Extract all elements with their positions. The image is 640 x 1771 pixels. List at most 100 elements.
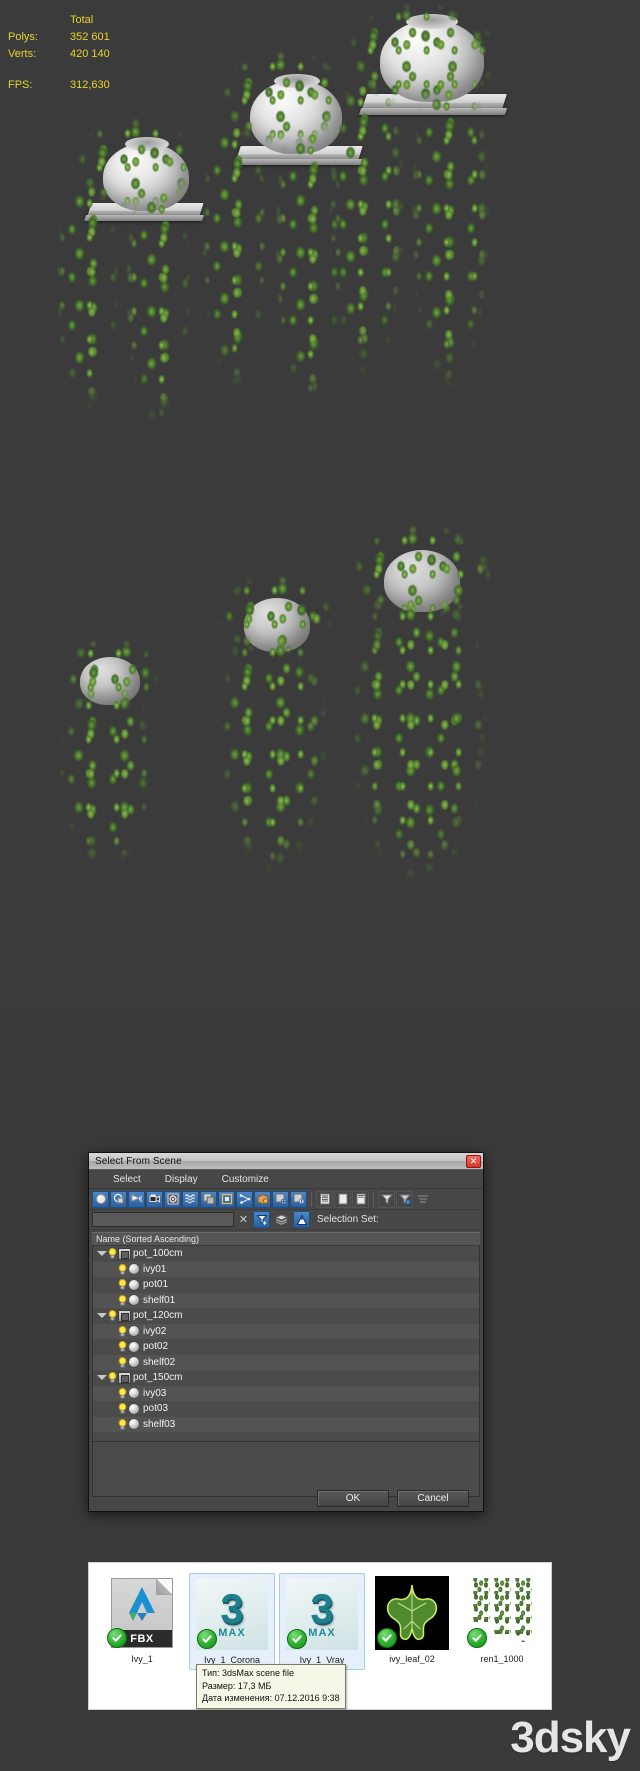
dialog-toolbar[interactable] <box>89 1189 483 1210</box>
tree-row-object[interactable]: shelf01 <box>93 1292 479 1308</box>
tree-row-object[interactable]: pot01 <box>93 1277 479 1293</box>
chevron-down-icon[interactable] <box>96 1248 107 1259</box>
display-xrefs-icon[interactable] <box>218 1190 235 1208</box>
find-filter-icon[interactable] <box>253 1211 270 1228</box>
ok-button[interactable]: OK <box>317 1490 389 1507</box>
chevron-down-icon[interactable] <box>96 1310 107 1321</box>
stats-verts-label: Verts: <box>8 48 37 60</box>
close-icon[interactable]: ✕ <box>466 1154 481 1168</box>
tree-row-object[interactable]: shelf03 <box>93 1416 479 1432</box>
display-geometry-icon[interactable] <box>92 1190 109 1208</box>
display-groups-icon[interactable] <box>200 1190 217 1208</box>
scene-tree[interactable]: pot_100cm ivy01 pot01 shelf01 pot_120cm … <box>92 1246 480 1442</box>
file-caption: Ivy_1 <box>131 1654 153 1664</box>
tree-node-label: ivy03 <box>143 1387 167 1399</box>
dialog-titlebar[interactable]: Select From Scene ✕ <box>89 1153 483 1170</box>
file-item-fbx[interactable]: FBX Ivy_1 <box>99 1573 185 1670</box>
viewport-statistics: Total Polys: 352 601 Verts: 420 140 FPS:… <box>8 12 110 94</box>
find-input[interactable] <box>92 1212 234 1227</box>
select-from-scene-dialog[interactable]: Select From Scene ✕ Select Display Custo… <box>88 1152 484 1512</box>
light-bulb-icon[interactable] <box>117 1325 128 1337</box>
tree-row-group[interactable]: pot_150cm <box>93 1370 479 1386</box>
filter-funnel-clear-icon[interactable] <box>396 1190 413 1208</box>
display-particle-systems-icon[interactable] <box>272 1190 289 1208</box>
menu-customize[interactable]: Customize <box>210 1172 281 1187</box>
tree-row-object[interactable]: pot03 <box>93 1401 479 1417</box>
tree-row-object[interactable]: ivy01 <box>93 1261 479 1277</box>
stats-polys-label: Polys: <box>8 31 38 43</box>
display-shapes-icon[interactable] <box>110 1190 127 1208</box>
ivy-render-01-trail <box>50 689 162 919</box>
tree-node-label: ivy02 <box>143 1325 167 1337</box>
light-bulb-icon[interactable] <box>117 1279 128 1290</box>
dialog-button-row: OK Cancel <box>89 1490 483 1507</box>
render-strand <box>514 1578 533 1642</box>
checked-overlay-icon <box>197 1629 217 1649</box>
max-digit: 3 <box>310 1585 334 1632</box>
viewport-render <box>0 0 640 1010</box>
tree-empty-area <box>92 1442 480 1497</box>
file-item-max-vray[interactable]: 3 MAX Ivy_1_Vray <box>279 1573 366 1670</box>
light-bulb-icon[interactable] <box>107 1310 118 1321</box>
tree-node-label: pot01 <box>143 1279 169 1291</box>
max-digit: 3 <box>220 1585 244 1632</box>
tree-row-group[interactable]: pot_120cm <box>93 1308 479 1324</box>
display-helpers-icon[interactable] <box>164 1190 181 1208</box>
display-cameras-icon[interactable] <box>146 1190 163 1208</box>
thumbnail-image <box>375 1576 450 1650</box>
light-bulb-icon[interactable] <box>117 1387 128 1399</box>
display-bones-icon[interactable] <box>236 1190 253 1208</box>
tree-column-header[interactable]: Name (Sorted Ascending) <box>92 1232 480 1246</box>
tree-node-label: pot_150cm <box>133 1372 183 1384</box>
light-bulb-icon[interactable] <box>117 1341 128 1352</box>
light-bulb-icon[interactable] <box>107 1248 118 1259</box>
plant-render-medium <box>198 560 348 950</box>
light-bulb-icon[interactable] <box>117 1356 128 1368</box>
tree-row-group[interactable]: pot_100cm <box>93 1246 479 1262</box>
tree-row-object[interactable]: ivy02 <box>93 1323 479 1339</box>
tooltip-line-size: Размер: 17,3 МБ <box>202 1680 272 1691</box>
light-bulb-icon[interactable] <box>117 1403 128 1414</box>
clear-find-icon[interactable]: ✕ <box>237 1213 250 1226</box>
tree-node-label: pot_100cm <box>133 1248 183 1260</box>
dialog-find-bar[interactable]: ✕ Selection Set: <box>89 1210 483 1230</box>
cancel-button[interactable]: Cancel <box>397 1490 469 1507</box>
chevron-down-icon[interactable] <box>96 1372 107 1383</box>
light-bulb-icon[interactable] <box>117 1294 128 1306</box>
menu-display[interactable]: Display <box>153 1172 210 1187</box>
thumbnail-list: FBX Ivy_1 3 MAX Ivy_1_Corona 3 MAX Ivy_1… <box>89 1563 551 1670</box>
group-icon <box>118 1309 131 1322</box>
file-item-leaf-texture[interactable]: ivy_leaf_02 <box>369 1573 455 1670</box>
display-lights-icon[interactable] <box>128 1190 145 1208</box>
layers-icon[interactable] <box>273 1211 290 1228</box>
list-types-icon[interactable] <box>316 1190 333 1208</box>
display-space-warps-icon[interactable] <box>182 1190 199 1208</box>
lock-funnel-icon[interactable] <box>414 1191 431 1208</box>
display-containers-icon[interactable] <box>254 1190 271 1208</box>
collapse-all-icon[interactable] <box>352 1190 369 1208</box>
thumbnail-image: 3 MAX <box>285 1577 359 1651</box>
file-item-render-preview[interactable]: ren1_1000 <box>459 1573 545 1670</box>
geometry-sphere-icon <box>128 1356 140 1369</box>
light-bulb-icon[interactable] <box>117 1418 128 1430</box>
selection-set-icon[interactable] <box>293 1211 310 1228</box>
tree-row-object[interactable]: shelf02 <box>93 1354 479 1370</box>
watermark-logo: 3dsky <box>510 1713 631 1763</box>
file-item-max-corona[interactable]: 3 MAX Ivy_1_Corona <box>188 1573 276 1670</box>
checked-overlay-icon <box>467 1628 488 1648</box>
tree-node-label: pot02 <box>143 1341 169 1353</box>
checked-overlay-icon <box>377 1628 398 1648</box>
display-rendered-icon[interactable] <box>290 1190 307 1208</box>
filter-funnel-icon[interactable] <box>378 1190 395 1208</box>
tree-row-object[interactable]: pot02 <box>93 1339 479 1355</box>
menu-select[interactable]: Select <box>101 1172 153 1187</box>
tree-node-label: shelf03 <box>143 1418 176 1430</box>
stats-total-header: Total <box>70 14 94 26</box>
light-bulb-icon[interactable] <box>107 1372 118 1383</box>
light-bulb-icon[interactable] <box>117 1263 128 1275</box>
file-caption: ren1_1000 <box>480 1654 524 1664</box>
tree-row-object[interactable]: ivy03 <box>93 1385 479 1401</box>
expand-all-icon[interactable] <box>334 1190 351 1208</box>
geometry-sphere-icon <box>128 1402 140 1415</box>
dialog-menubar[interactable]: Select Display Customize <box>89 1170 483 1189</box>
